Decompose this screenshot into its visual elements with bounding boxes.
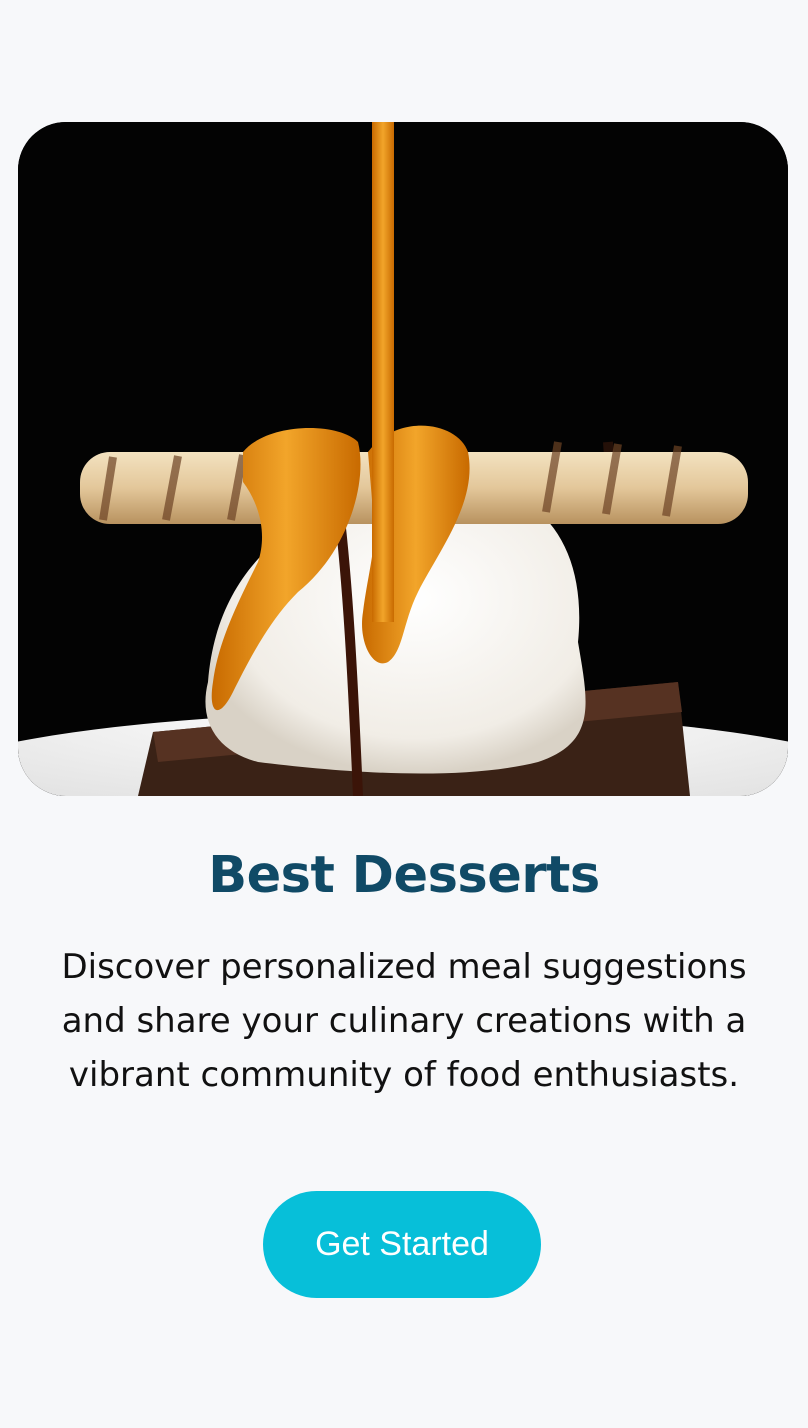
get-started-button[interactable]: Get Started xyxy=(263,1191,541,1298)
page-description: Discover personalized meal suggestions a… xyxy=(61,947,747,1095)
page-title: Best Desserts xyxy=(208,846,600,905)
dessert-photo xyxy=(18,122,788,796)
hero-image xyxy=(18,122,788,796)
